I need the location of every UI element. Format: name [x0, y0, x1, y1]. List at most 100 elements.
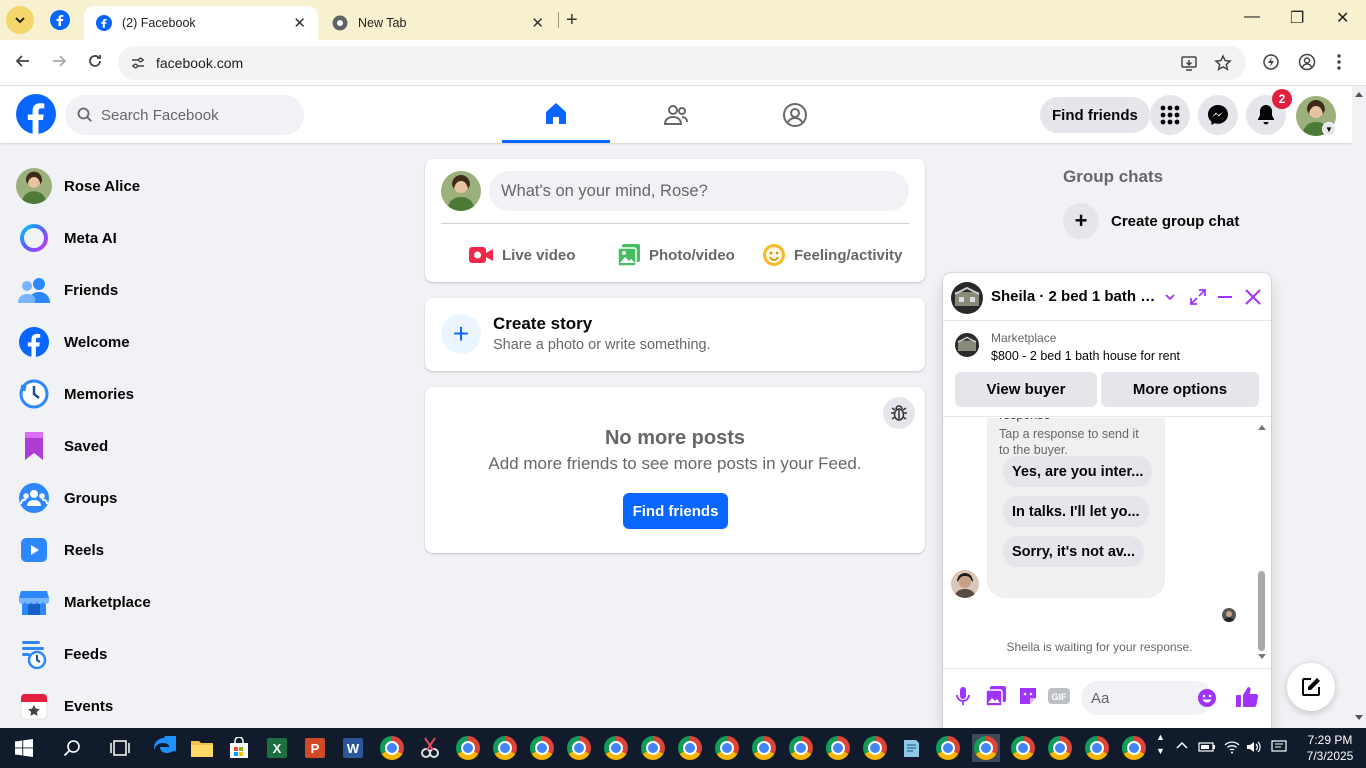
notification-center-icon[interactable]: [1271, 740, 1287, 757]
nav-home[interactable]: [502, 86, 610, 143]
chrome-icon[interactable]: [639, 734, 667, 762]
sidebar-item-marketplace[interactable]: Marketplace: [8, 576, 308, 628]
more-options-button[interactable]: More options: [1101, 372, 1259, 407]
messenger-button[interactable]: [1198, 95, 1238, 135]
menu-button[interactable]: [1150, 95, 1190, 135]
image-icon[interactable]: [985, 685, 1007, 712]
word-icon[interactable]: W: [339, 734, 367, 762]
view-buyer-button[interactable]: View buyer: [955, 372, 1097, 407]
chrome-icon[interactable]: [1009, 734, 1037, 762]
show-hidden-icons-chevron-icon[interactable]: [1176, 740, 1188, 755]
chrome-icon[interactable]: [713, 734, 741, 762]
thumbs-up-icon[interactable]: [1235, 685, 1259, 714]
quick-reply-button[interactable]: Sorry, it's not av...: [1003, 536, 1144, 567]
site-info-icon[interactable]: [130, 55, 146, 76]
restore-window-icon[interactable]: ❐: [1290, 8, 1304, 28]
facebook-logo-icon[interactable]: [16, 94, 56, 134]
quick-reply-button[interactable]: Yes, are you inter...: [1003, 456, 1153, 487]
close-window-icon[interactable]: ✕: [1336, 8, 1349, 28]
chrome-icon-active[interactable]: [972, 734, 1000, 762]
chrome-icon[interactable]: [565, 734, 593, 762]
profile-icon[interactable]: [1298, 53, 1316, 76]
volume-icon[interactable]: [1246, 740, 1262, 757]
minimize-chat-icon[interactable]: [1215, 287, 1235, 312]
powerpoint-icon[interactable]: P: [301, 734, 329, 762]
taskbar-scroll-icon[interactable]: ▲ ▼: [1156, 730, 1165, 758]
chat-scroll-thumb[interactable]: [1258, 571, 1265, 651]
feeling-activity-button[interactable]: Feeling/activity: [762, 235, 902, 275]
chevron-down-icon[interactable]: [1163, 287, 1177, 312]
sidebar-item-reels[interactable]: Reels: [8, 524, 308, 576]
new-message-button[interactable]: [1287, 663, 1335, 711]
tab-new-tab[interactable]: New Tab ✕: [320, 6, 556, 40]
more-menu-icon[interactable]: [1336, 53, 1342, 76]
chrome-icon[interactable]: [602, 734, 630, 762]
close-tab-icon[interactable]: ✕: [293, 14, 306, 32]
gif-icon[interactable]: GIF: [1047, 685, 1071, 712]
chrome-icon[interactable]: [676, 734, 704, 762]
sidebar-item-meta-ai[interactable]: Meta AI: [8, 212, 308, 264]
battery-icon[interactable]: [1198, 740, 1216, 757]
chrome-icon[interactable]: [491, 734, 519, 762]
sidebar-item-events[interactable]: Events: [8, 680, 308, 732]
notepad-icon[interactable]: [897, 734, 925, 762]
chrome-icon[interactable]: [1046, 734, 1074, 762]
sidebar-item-feeds[interactable]: Feeds: [8, 628, 308, 680]
chrome-icon[interactable]: [454, 734, 482, 762]
nav-friends[interactable]: [622, 86, 730, 143]
chrome-icon[interactable]: [1083, 734, 1111, 762]
sidebar-item-friends[interactable]: Friends: [8, 264, 308, 316]
close-tab-icon[interactable]: ✕: [531, 14, 544, 32]
scroll-down-icon[interactable]: [1354, 714, 1364, 722]
search-box[interactable]: [65, 95, 304, 135]
snipping-tool-icon[interactable]: [416, 734, 444, 762]
minimize-window-icon[interactable]: —: [1244, 8, 1260, 26]
chrome-icon[interactable]: [750, 734, 778, 762]
bookmark-star-icon[interactable]: [1214, 54, 1232, 77]
listing-title[interactable]: $800 - 2 bed 1 bath house for rent: [991, 349, 1180, 363]
expand-icon[interactable]: [1188, 287, 1208, 312]
forward-arrow-icon[interactable]: [50, 52, 68, 75]
scroll-up-icon[interactable]: [1257, 423, 1267, 431]
sidebar-item-groups[interactable]: Groups: [8, 472, 308, 524]
nav-profile[interactable]: [741, 86, 849, 143]
chrome-icon[interactable]: [378, 734, 406, 762]
create-story-card[interactable]: + Create story Share a photo or write so…: [425, 298, 925, 371]
pinned-tab-facebook[interactable]: [50, 10, 70, 35]
find-friends-button[interactable]: Find friends: [1040, 97, 1150, 133]
task-view-icon[interactable]: [106, 734, 134, 762]
chrome-icon[interactable]: [1120, 734, 1148, 762]
scroll-down-icon[interactable]: [1257, 653, 1267, 661]
chrome-icon[interactable]: [861, 734, 889, 762]
sidebar-item-memories[interactable]: Memories: [8, 368, 308, 420]
file-explorer-icon[interactable]: [188, 734, 216, 762]
chrome-icon[interactable]: [528, 734, 556, 762]
report-bug-button[interactable]: [883, 397, 915, 429]
message-input[interactable]: Aa: [1081, 681, 1213, 715]
page-scrollbar[interactable]: [1352, 86, 1366, 728]
search-icon[interactable]: [58, 734, 86, 762]
windows-start-icon[interactable]: [10, 734, 38, 762]
address-bar[interactable]: facebook.com: [118, 46, 1246, 80]
excel-icon[interactable]: X: [263, 734, 291, 762]
install-app-icon[interactable]: [1180, 54, 1198, 77]
performance-icon[interactable]: [1262, 53, 1280, 76]
chat-scrollbar[interactable]: [1256, 423, 1268, 659]
sidebar-item-saved[interactable]: Saved: [8, 420, 308, 472]
sidebar-item-welcome[interactable]: Welcome: [8, 316, 308, 368]
new-tab-plus-icon[interactable]: +: [566, 9, 578, 32]
find-friends-feed-button[interactable]: Find friends: [623, 493, 728, 529]
account-caret-icon[interactable]: ▼: [1322, 122, 1336, 136]
reload-icon[interactable]: [86, 52, 104, 75]
wifi-icon[interactable]: [1224, 740, 1240, 757]
edge-icon[interactable]: [150, 734, 178, 762]
chrome-icon[interactable]: [934, 734, 962, 762]
tab-search-button[interactable]: [6, 6, 34, 34]
whats-on-your-mind-input[interactable]: What's on your mind, Rose?: [489, 171, 909, 211]
search-input[interactable]: [101, 106, 291, 124]
avatar[interactable]: [441, 171, 481, 211]
close-chat-icon[interactable]: [1243, 287, 1263, 312]
create-group-chat-button[interactable]: + Create group chat: [1063, 203, 1239, 239]
scroll-up-icon[interactable]: [1354, 90, 1364, 98]
system-clock[interactable]: 7:29 PM 7/3/2025: [1298, 732, 1362, 764]
